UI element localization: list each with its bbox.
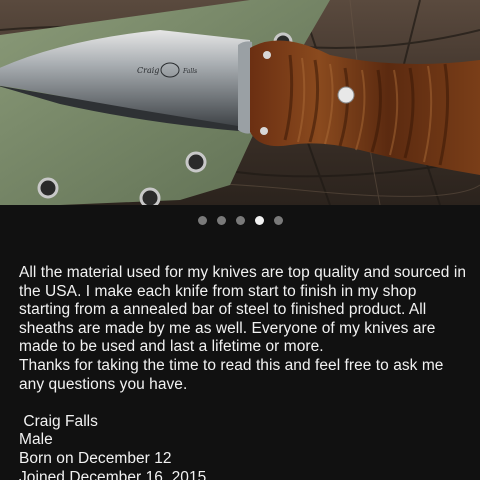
- profile-content: All the material used for my knives are …: [19, 264, 467, 480]
- blade-engraving: Craig: [137, 66, 159, 75]
- gallery-pagination: [0, 205, 480, 235]
- seller-name: Craig Falls: [19, 412, 98, 430]
- pagination-dot[interactable]: [216, 215, 226, 225]
- gallery-image[interactable]: Craig Falls: [0, 0, 480, 205]
- blade-engraving-right: Falls: [182, 68, 197, 75]
- seller-joined-date: Joined December 16, 2015: [19, 468, 207, 480]
- pagination-dot[interactable]: [197, 215, 207, 225]
- pagination-dot[interactable]: [254, 215, 264, 225]
- seller-gender: Male: [19, 431, 53, 449]
- pagination-dot[interactable]: [235, 215, 245, 225]
- knife-photo: Craig Falls: [0, 0, 480, 205]
- about-description: All the material used for my knives are …: [19, 264, 466, 393]
- pagination-dot[interactable]: [273, 215, 283, 225]
- seller-birthday: Born on December 12: [19, 449, 172, 467]
